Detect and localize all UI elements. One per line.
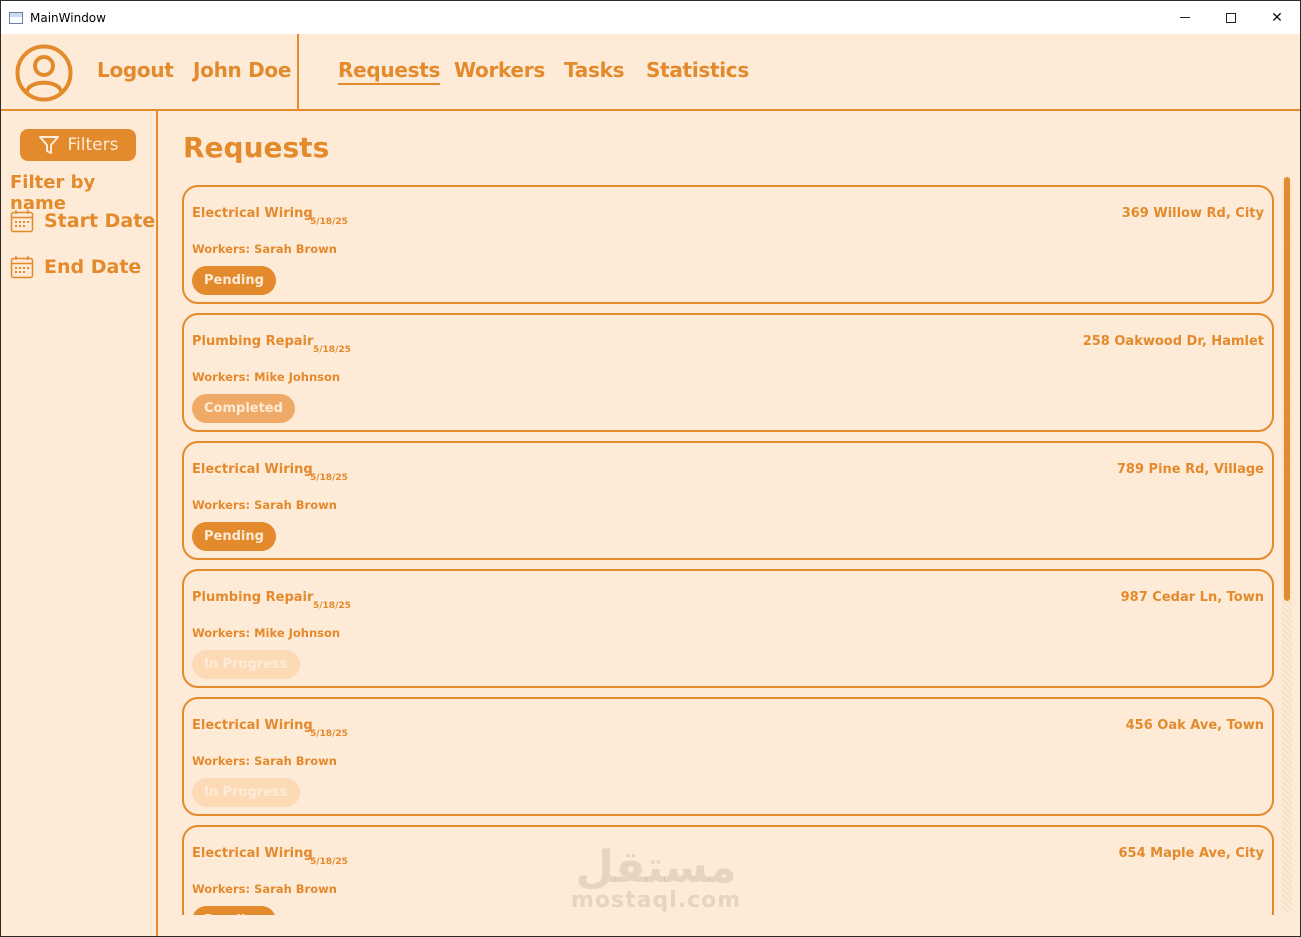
minimize-icon	[1180, 17, 1190, 18]
request-workers: Workers: Sarah Brown	[192, 498, 337, 512]
nav-divider	[297, 34, 299, 111]
page-title: Requests	[183, 131, 330, 164]
scrollbar-thumb[interactable]	[1284, 177, 1290, 601]
request-workers: Workers: Sarah Brown	[192, 242, 337, 256]
filter-by-name-input[interactable]: Filter by name	[10, 172, 156, 214]
tab-tasks[interactable]: Tasks	[564, 58, 624, 82]
request-workers: Workers: Mike Johnson	[192, 626, 341, 640]
request-title: Plumbing Repair	[192, 590, 314, 605]
end-date-picker[interactable]: End Date	[10, 255, 141, 279]
requests-list: Electrical Wiring 5/18/25 369 Willow Rd,…	[182, 185, 1276, 915]
user-avatar-icon[interactable]	[15, 44, 73, 102]
filters-label: Filters	[67, 135, 119, 155]
list-scrollbar[interactable]	[1282, 177, 1292, 913]
request-date: 5/18/25	[310, 857, 348, 867]
end-date-label: End Date	[44, 256, 142, 278]
request-workers: Workers: Sarah Brown	[192, 754, 337, 768]
status-badge: Pending	[192, 906, 276, 915]
request-date: 5/18/25	[310, 729, 348, 739]
calendar-icon	[10, 256, 34, 279]
request-date: 5/18/25	[310, 217, 348, 227]
window-title: MainWindow	[30, 10, 106, 25]
request-workers: Workers: Sarah Brown	[192, 882, 337, 896]
watermark-logo: مستقل mostaql.com	[571, 846, 741, 912]
request-card[interactable]: Plumbing Repair 5/18/25 987 Cedar Ln, To…	[182, 569, 1274, 688]
tab-workers[interactable]: Workers	[454, 58, 545, 82]
maximize-icon	[1226, 12, 1236, 23]
request-card[interactable]: Electrical Wiring 5/18/25 369 Willow Rd,…	[182, 185, 1274, 304]
status-badge: In Progress	[192, 650, 300, 679]
requests-panel: Requests Electrical Wiring 5/18/25 369 W…	[158, 111, 1300, 936]
logout-link[interactable]: Logout	[97, 58, 174, 82]
watermark-arabic: مستقل	[575, 842, 737, 893]
start-date-label: Start Date	[44, 210, 156, 232]
request-title: Plumbing Repair	[192, 334, 314, 349]
request-address: 258 Oakwood Dr, Hamlet	[1082, 334, 1264, 349]
status-badge: In Progress	[192, 778, 300, 807]
tab-statistics[interactable]: Statistics	[646, 58, 749, 82]
close-icon: ✕	[1271, 9, 1283, 26]
filters-button[interactable]: Filters	[20, 129, 136, 161]
request-card[interactable]: Plumbing Repair 5/18/25 258 Oakwood Dr, …	[182, 313, 1274, 432]
request-address: 789 Pine Rd, Village	[1116, 462, 1264, 477]
minimize-button[interactable]	[1162, 1, 1208, 34]
window-controls: ✕	[1162, 1, 1300, 34]
status-badge: Pending	[192, 522, 276, 551]
request-address: 654 Maple Ave, City	[1118, 846, 1264, 861]
request-title: Electrical Wiring	[192, 718, 313, 733]
request-card[interactable]: Electrical Wiring 5/18/25 789 Pine Rd, V…	[182, 441, 1274, 560]
request-date: 5/18/25	[313, 601, 351, 611]
calendar-icon	[10, 210, 34, 233]
request-date: 5/18/25	[313, 345, 351, 355]
filter-sidebar: Filters Filter by name Start Date End Da…	[1, 111, 158, 936]
user-name: John Doe	[193, 58, 292, 82]
app-icon	[9, 11, 23, 24]
request-card[interactable]: Electrical Wiring 5/18/25 456 Oak Ave, T…	[182, 697, 1274, 816]
request-workers: Workers: Mike Johnson	[192, 370, 341, 384]
top-navigation: Logout John Doe Requests Workers Tasks S…	[1, 34, 1300, 111]
close-button[interactable]: ✕	[1254, 1, 1300, 34]
watermark-latin: mostaql.com	[571, 888, 742, 913]
filter-icon	[38, 136, 59, 154]
status-badge: Completed	[192, 394, 295, 423]
title-bar: MainWindow ✕	[1, 1, 1300, 34]
request-address: 369 Willow Rd, City	[1121, 206, 1264, 221]
tab-requests[interactable]: Requests	[338, 58, 440, 82]
request-title: Electrical Wiring	[192, 846, 313, 861]
main-window: MainWindow ✕ Logout John Doe Requests Wo…	[0, 0, 1301, 937]
status-badge: Pending	[192, 266, 276, 295]
request-date: 5/18/25	[310, 473, 348, 483]
maximize-button[interactable]	[1208, 1, 1254, 34]
request-address: 456 Oak Ave, Town	[1125, 718, 1264, 733]
request-address: 987 Cedar Ln, Town	[1120, 590, 1264, 605]
request-title: Electrical Wiring	[192, 206, 313, 221]
request-title: Electrical Wiring	[192, 462, 313, 477]
start-date-picker[interactable]: Start Date	[10, 209, 155, 233]
